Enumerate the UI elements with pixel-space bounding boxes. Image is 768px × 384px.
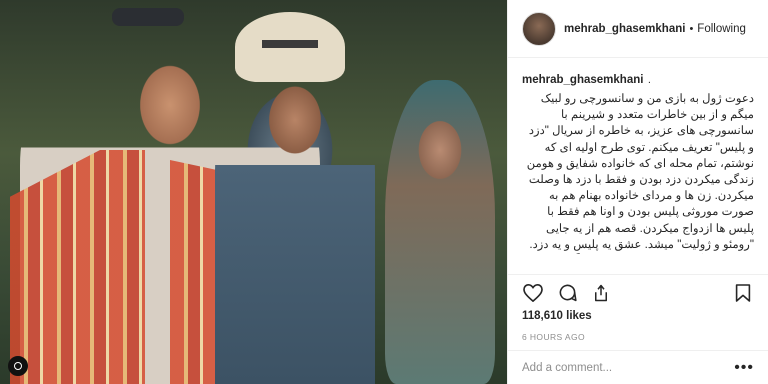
caption-area: mehrab_ghasemkhani . دعوت ژول به بازی من… <box>508 58 768 274</box>
avatar[interactable] <box>522 11 556 46</box>
photo-sunglasses <box>112 8 184 26</box>
more-options-icon[interactable]: ••• <box>734 359 754 377</box>
comment-bubble-icon[interactable] <box>556 282 578 304</box>
comment-input[interactable] <box>522 361 735 374</box>
following-button[interactable]: Following <box>697 23 746 35</box>
caption-separator: . <box>647 74 651 86</box>
caption-username[interactable]: mehrab_ghasemkhani <box>522 74 643 86</box>
post-photo[interactable] <box>0 0 507 384</box>
share-arrow-icon[interactable] <box>590 282 612 304</box>
likes-count[interactable]: 118,610 likes <box>508 310 768 328</box>
caption-text: دعوت ژول به بازی من و سانسورچی رو لبیک م… <box>526 92 754 251</box>
header-separator: • <box>689 22 694 35</box>
instagram-post: mehrab_ghasemkhani • Following mehrab_gh… <box>0 0 768 384</box>
post-timestamp[interactable]: 6 HOURS AGO <box>508 328 768 350</box>
instagram-logo-icon <box>8 356 28 376</box>
photo-woman-right <box>385 80 495 384</box>
comment-bar: ••• <box>508 350 768 384</box>
heart-icon[interactable] <box>522 282 544 304</box>
header-username[interactable]: mehrab_ghasemkhani <box>564 23 685 35</box>
action-bar <box>508 274 768 310</box>
photo-hat-band <box>262 40 318 48</box>
bookmark-icon[interactable] <box>732 282 754 304</box>
post-sidebar: mehrab_ghasemkhani • Following mehrab_gh… <box>507 0 768 384</box>
photo-man-center <box>215 80 375 384</box>
post-header: mehrab_ghasemkhani • Following <box>508 0 768 58</box>
